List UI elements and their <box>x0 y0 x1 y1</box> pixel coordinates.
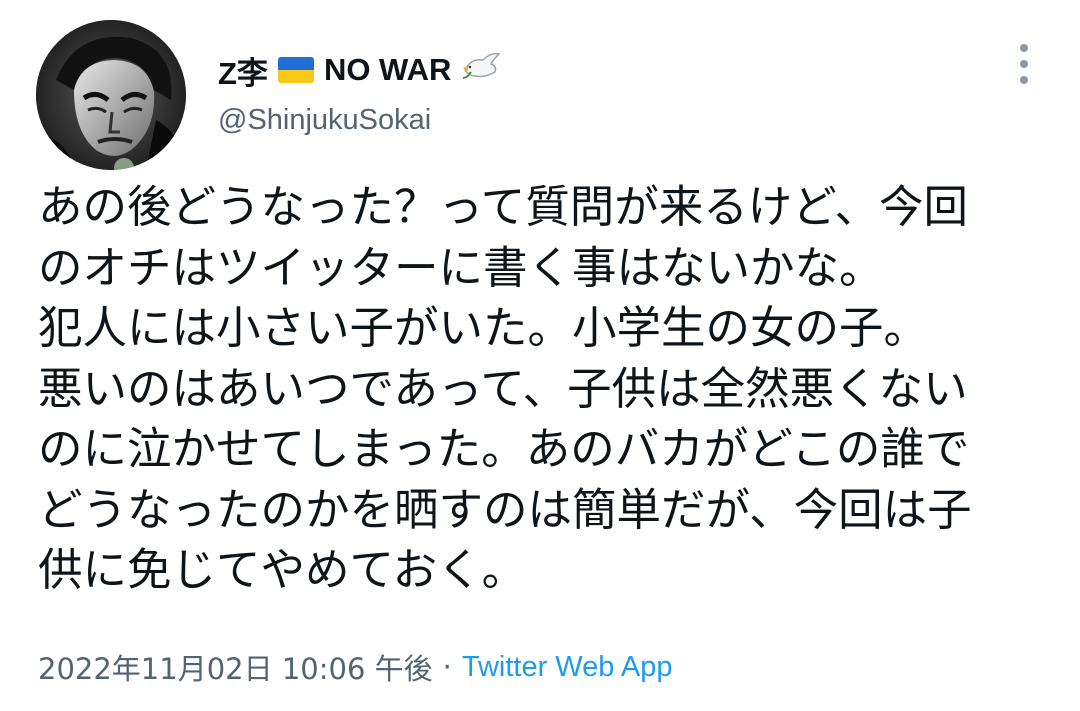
dove-icon <box>461 50 501 90</box>
tweet-line: どうなったのかを晒すのは簡単だが、今回は子 <box>38 484 972 536</box>
avatar-image <box>36 20 186 170</box>
tweet-meta: 2022年11月02日 10:06 午後 · Twitter Web App <box>38 646 672 688</box>
meta-separator: · <box>442 650 452 684</box>
timestamp[interactable]: 2022年11月02日 10:06 午後 <box>38 646 433 688</box>
author-handle[interactable]: @ShinjukuSokai <box>218 104 431 137</box>
tweet-card: Z李 NO WAR @ShinjukuSokai あの後どうなった？って質問が来… <box>0 0 1080 711</box>
display-name[interactable]: Z李 <box>218 48 268 93</box>
tweet-line: あの後どうなった？って質問が来るけど、今回 <box>38 182 969 233</box>
tweet-line: 悪いのはあいつであって、子供は全然悪くない <box>38 363 968 415</box>
author-name-row[interactable]: Z李 NO WAR <box>218 48 501 93</box>
tweet-line: のオチはツイッターに書く事はないかな。 <box>38 242 884 294</box>
more-options-icon[interactable] <box>1010 44 1038 84</box>
tweet-line: 犯人には小さい子がいた。小学生の女の子。 <box>38 303 929 354</box>
tweet-text: あの後どうなった？って質問が来るけど、今回 のオチはツイッターに書く事はないかな… <box>38 178 1048 602</box>
tweet-line: のに泣かせてしまった。あのバカがどこの誰で <box>38 424 970 475</box>
source-link[interactable]: Twitter Web App <box>462 651 673 684</box>
tweet-line: 供に免じてやめておく。 <box>38 545 527 596</box>
no-war-text[interactable]: NO WAR <box>324 52 451 88</box>
avatar[interactable] <box>36 20 186 170</box>
ukraine-flag-icon <box>277 57 314 83</box>
